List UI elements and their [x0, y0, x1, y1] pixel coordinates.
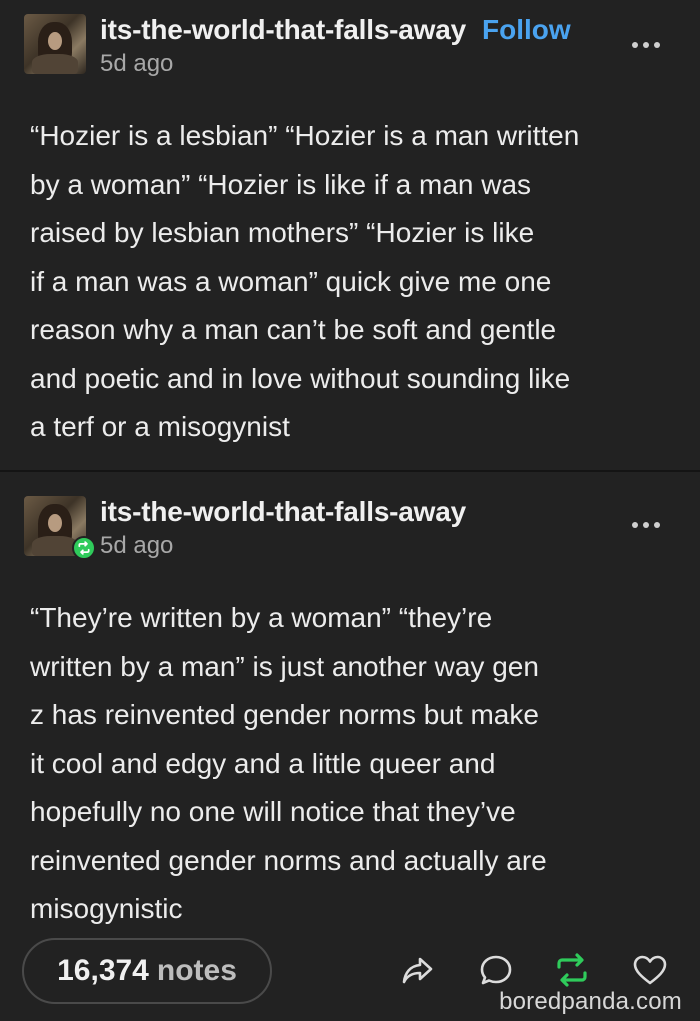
post-text-line: “They’re written by a woman” “they’re	[30, 602, 493, 633]
avatar-body	[32, 54, 78, 74]
post-text-line: hopefully no one will notice that they’v…	[30, 796, 516, 827]
post-2-header: its-the-world-that-falls-away 5d ago	[24, 496, 466, 560]
post-time: 5d ago	[100, 50, 174, 77]
more-dot	[643, 42, 649, 48]
more-options-icon[interactable]	[632, 42, 660, 48]
post-text-line: a terf or a misogynist	[30, 411, 290, 442]
follow-button[interactable]: Follow	[482, 14, 571, 46]
post-text-line: z has reinvented gender norms but make	[30, 699, 539, 730]
avatar[interactable]	[24, 14, 86, 74]
watermark: boredpanda.com	[499, 988, 682, 1015]
notes-count: 16,374	[57, 954, 149, 987]
more-dot	[632, 522, 638, 528]
notes-label: notes	[156, 954, 237, 987]
post-text-line: misogynistic	[30, 893, 183, 924]
post-text-line: it cool and edgy and a little queer and	[30, 747, 496, 779]
post-1-meta: its-the-world-that-falls-away Follow 5d …	[100, 14, 571, 78]
post-1-header: its-the-world-that-falls-away Follow 5d …	[24, 14, 571, 78]
post-text-line: reinvented gender norms and actually are	[30, 844, 547, 876]
avatar[interactable]	[24, 496, 96, 560]
post-text-line: if a man was a woman” quick give me one	[30, 265, 552, 297]
post-2-body: “They’re written by a woman” “they’re wr…	[30, 594, 675, 934]
more-dot	[654, 522, 660, 528]
post-text-line: “Hozier is a lesbian” “Hozier is a man w…	[30, 120, 580, 151]
post-1-body: “Hozier is a lesbian” “Hozier is a man w…	[30, 112, 675, 452]
more-options-icon[interactable]	[632, 522, 660, 528]
username[interactable]: its-the-world-that-falls-away	[100, 496, 466, 528]
post-divider	[0, 470, 700, 472]
avatar-face	[48, 514, 62, 532]
post-1-name-line: its-the-world-that-falls-away Follow	[100, 14, 571, 46]
reblog-icon[interactable]	[554, 952, 590, 988]
username[interactable]: its-the-world-that-falls-away	[100, 14, 466, 46]
post-text-line: by a woman” “Hozier is like if a man was	[30, 168, 532, 200]
like-icon[interactable]	[632, 952, 668, 988]
tumblr-post-screen: its-the-world-that-falls-away Follow 5d …	[0, 0, 700, 1021]
post-2-meta: its-the-world-that-falls-away 5d ago	[100, 496, 466, 560]
more-dot	[654, 42, 660, 48]
reblog-badge-icon	[72, 536, 96, 560]
post-time: 5d ago	[100, 532, 174, 559]
more-dot	[632, 42, 638, 48]
reblog-icon	[78, 541, 90, 555]
more-dot	[643, 522, 649, 528]
share-icon[interactable]	[400, 952, 436, 988]
post-text-line: written by a man” is just another way ge…	[30, 650, 539, 682]
reply-icon[interactable]	[478, 952, 514, 988]
avatar-face	[48, 32, 62, 50]
post-text-line: reason why a man can’t be soft and gentl…	[30, 314, 557, 345]
post-2-name-line: its-the-world-that-falls-away	[100, 496, 466, 528]
post-text-line: and poetic and in love without sounding …	[30, 362, 571, 394]
notes-button[interactable]: 16,374 notes	[22, 938, 272, 1004]
post-text-line: raised by lesbian mothers” “Hozier is li…	[30, 217, 535, 248]
